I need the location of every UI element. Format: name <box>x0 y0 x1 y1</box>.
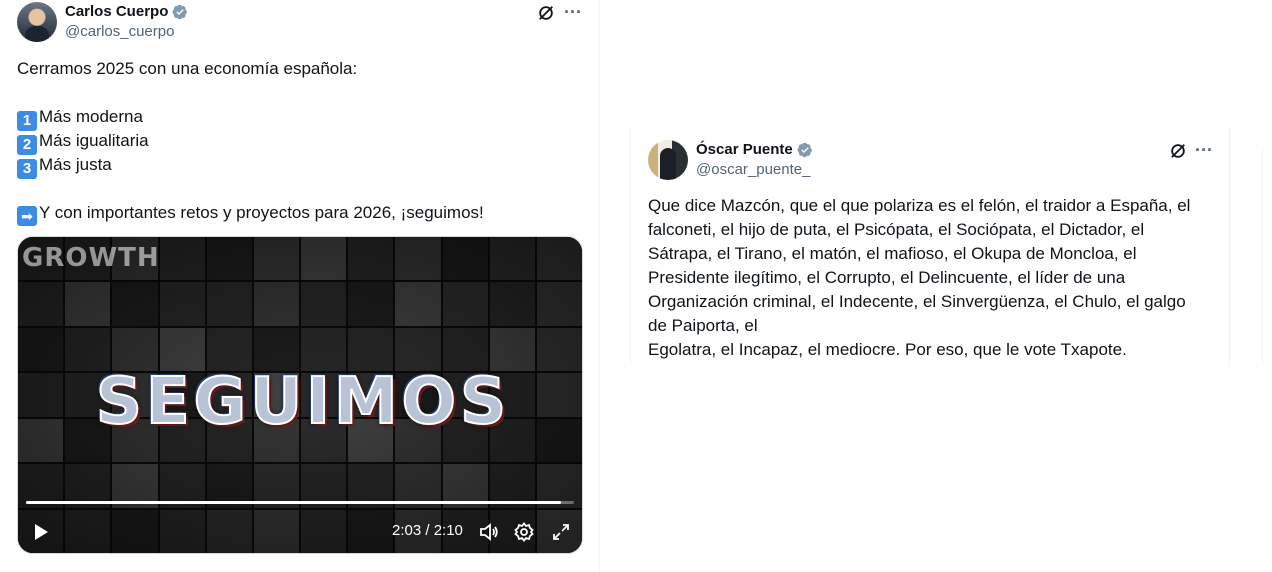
author-row: Óscar Puente <box>696 141 813 158</box>
text-line: de Paiporta, el <box>648 316 758 335</box>
more-options-icon[interactable]: ··· <box>563 2 583 22</box>
tweet-oscar-puente[interactable]: Óscar Puente @oscar_puente_ ··· Que dice… <box>630 128 1230 366</box>
settings-icon[interactable] <box>513 521 535 543</box>
keycap-1-icon: 1 <box>17 111 37 131</box>
text-line: ➡ Y con importantes retos y proyectos par… <box>17 201 484 226</box>
empty-line <box>17 177 484 201</box>
video-time: 2:03 / 2:10 <box>392 522 463 539</box>
grok-icon[interactable] <box>1168 141 1188 161</box>
fullscreen-icon[interactable] <box>550 521 572 543</box>
author-handle[interactable]: @carlos_cuerpo <box>65 23 174 40</box>
text-line: 1 Más moderna <box>17 105 484 131</box>
text-line: Que dice Mazcón, que el que polariza es … <box>648 196 1191 215</box>
keycap-2-icon: 2 <box>17 135 37 155</box>
text-line: Cerramos 2025 con una economía española: <box>17 59 358 78</box>
verified-badge-icon <box>172 4 188 19</box>
video-progress-bar[interactable] <box>26 501 574 504</box>
text-line: Presidente ilegítimo, el Corrupto, el De… <box>648 268 1126 287</box>
author-name[interactable]: Óscar Puente <box>696 141 793 158</box>
empty-line <box>17 81 484 105</box>
keycap-3-icon: 3 <box>17 159 37 179</box>
tweet-carlos-cuerpo[interactable]: Carlos Cuerpo @carlos_cuerpo ··· Cerramo… <box>0 0 600 572</box>
more-options-icon[interactable]: ··· <box>1194 140 1214 160</box>
grok-icon[interactable] <box>536 3 556 23</box>
author-name[interactable]: Carlos Cuerpo <box>65 3 168 20</box>
play-icon[interactable] <box>30 521 52 543</box>
avatar[interactable] <box>648 140 688 180</box>
video-progress-fill <box>26 501 562 504</box>
timeline: Carlos Cuerpo @carlos_cuerpo ··· Cerramo… <box>0 0 1272 572</box>
tweet-text: Cerramos 2025 con una economía española:… <box>17 57 484 226</box>
text-line: Organización criminal, el Indecente, el … <box>648 292 1186 311</box>
avatar[interactable] <box>17 2 57 42</box>
text-line: Sátrapa, el Tirano, el matón, el mafioso… <box>648 244 1137 263</box>
video-player[interactable]: GROWTH SEGUIMOS 2:03 / 2:10 <box>17 236 583 554</box>
text-line: 3 Más justa <box>17 153 484 179</box>
right-arrow-icon: ➡ <box>17 206 37 226</box>
tweet-text: Que dice Mazcón, que el que polariza es … <box>648 194 1190 362</box>
text-line: falconeti, el hijo de puta, el Psicópata… <box>648 220 1145 239</box>
verified-badge-icon <box>797 142 812 157</box>
author-row: Carlos Cuerpo <box>65 3 188 20</box>
video-background-text: GROWTH <box>22 243 160 273</box>
volume-icon[interactable] <box>478 521 500 543</box>
text-line: Egolatra, el Incapaz, el mediocre. Por e… <box>648 340 1127 359</box>
video-overlay-title: SEGUIMOS <box>95 364 511 440</box>
author-handle[interactable]: @oscar_puente_ <box>696 161 810 178</box>
text-line: 2 Más igualitaria <box>17 129 484 155</box>
